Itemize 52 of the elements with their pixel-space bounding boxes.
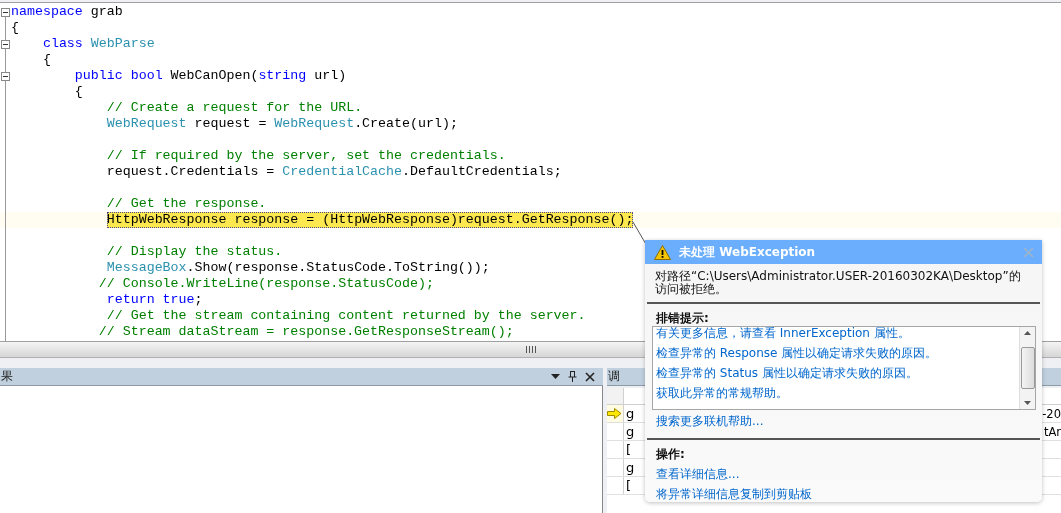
code-line: // Create a request for the URL. [106, 100, 363, 116]
table-cell: g [626, 460, 635, 475]
action-link[interactable]: 将异常详细信息复制到剪贴板 [656, 486, 1034, 503]
down-arrow-icon[interactable] [1024, 401, 1031, 405]
scrollbar-grip[interactable] [526, 346, 536, 353]
code-line: { [11, 20, 19, 36]
close-icon [1023, 246, 1034, 258]
action-link[interactable]: 查看详细信息... [656, 466, 1034, 483]
pin-icon [568, 371, 577, 382]
pin-button[interactable] [566, 370, 579, 383]
code-line: namespace grab [11, 4, 123, 20]
code-line: { [74, 84, 83, 100]
table-cell: [ [626, 478, 632, 493]
code-line: class WebParse [42, 36, 155, 52]
close-icon [585, 371, 595, 382]
warning-icon [654, 244, 671, 260]
collapse-icon[interactable] [1, 71, 10, 81]
code-line: // Console.WriteLine(response.StatusCode); [98, 276, 434, 292]
collapse-icon[interactable] [1, 39, 10, 49]
collapse-icon[interactable] [1, 7, 10, 17]
table-cell: -20 [1042, 406, 1061, 421]
code-line: request.Credentials = CredentialCache.DefaultCredentials; [106, 164, 562, 180]
code-line: MessageBox.Show(response.StatusCode.ToString()); [106, 260, 490, 276]
section-heading: 排错提示: [655, 310, 710, 326]
tip-link[interactable]: 获取此异常的常规帮助。 [656, 385, 1019, 401]
code-line: // Get the response. [106, 196, 267, 212]
caret-icon [551, 374, 560, 379]
table-cell: tAr [1043, 424, 1061, 439]
code-line: // Display the status. [106, 244, 283, 260]
table-cell: g [626, 424, 635, 439]
code-line: return true; [106, 292, 203, 308]
popup-title: 未处理 WebException [679, 243, 817, 261]
close-button[interactable] [583, 370, 597, 383]
section-heading: 操作: [655, 446, 686, 462]
table-cell: g [626, 406, 635, 421]
error-message: 对路径“C:\Users\Administrator.USER-20160302KA\Desktop”的访问被拒绝。 [647, 264, 1040, 304]
code-line: public bool WebCanOpen(string url) [74, 68, 347, 84]
code-line: WebRequest request = WebRequest.Create(url); [106, 116, 458, 132]
tip-link[interactable]: 检查异常的 Response 属性以确定请求失败的原因。 [656, 345, 1019, 361]
code-line: // If required by the server, set the credentials. [106, 148, 506, 164]
tip-link[interactable]: 检查异常的 Status 属性以确定请求失败的原因。 [656, 365, 1019, 381]
help-link[interactable]: 搜索更多联机帮助... [656, 413, 1036, 430]
panel-title: 调 [607, 368, 620, 385]
table-cell: [ [626, 442, 632, 457]
code-line: { [42, 52, 51, 68]
scrollbar-thumb[interactable] [1020, 347, 1035, 389]
up-arrow-icon[interactable] [1024, 331, 1031, 335]
panel-title: 果 [0, 368, 13, 385]
tip-link[interactable]: 有关更多信息，请查看 InnerException 属性。 [656, 327, 1019, 341]
scrollbar[interactable] [1019, 327, 1035, 409]
code-line: // Get the stream containing content returned by the server. [106, 308, 586, 324]
code-line: // Stream dataStream = response.GetResponseStream(); [98, 324, 514, 340]
